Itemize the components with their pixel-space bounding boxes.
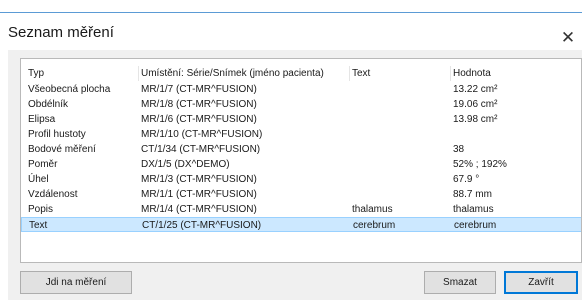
cell-text — [352, 187, 448, 202]
table-row[interactable]: Text CT/1/25 (CT-MR^FUSION) cerebrum cerebr… — [21, 217, 581, 232]
column-divider[interactable] — [349, 66, 350, 81]
cell-type: Poměr — [28, 159, 58, 170]
cell-text — [352, 142, 448, 157]
table-row[interactable]: Poměr DX/1/5 (DX^DEMO) 52% ; 192% — [21, 157, 581, 172]
cell-type: Profil hustoty — [28, 129, 86, 140]
column-divider[interactable] — [138, 66, 139, 81]
window-top-edge — [0, 0, 582, 12]
table-row[interactable]: Profil hustoty MR/1/10 (CT-MR^FUSION) — [21, 127, 581, 142]
table-row[interactable]: Vzdálenost MR/1/1 (CT-MR^FUSION) 88.7 mm — [21, 187, 581, 202]
cell-type: Popis — [28, 204, 54, 215]
cell-text — [352, 157, 448, 172]
list-header: Typ Umístění: Série/Snímek (jméno pacien… — [21, 66, 581, 81]
cell-location: MR/1/10 (CT-MR^FUSION) — [141, 129, 263, 140]
cell-type: Vzdálenost — [28, 189, 78, 200]
cell-value: 13.98 cm² — [453, 114, 498, 125]
measurement-list[interactable]: Typ Umístění: Série/Snímek (jméno pacien… — [20, 58, 582, 263]
table-row[interactable]: Obdélník MR/1/8 (CT-MR^FUSION) 19.06 cm² — [21, 97, 581, 112]
goto-measurement-button[interactable]: Jdi na měření — [20, 271, 132, 294]
cell-location: CT/1/34 (CT-MR^FUSION) — [141, 144, 261, 155]
cell-location: MR/1/7 (CT-MR^FUSION) — [141, 84, 257, 95]
cell-type: Obdélník — [28, 99, 69, 110]
dialog-title: Seznam měření — [8, 24, 114, 41]
cell-value — [453, 127, 581, 142]
close-icon[interactable]: ✕ — [556, 26, 580, 50]
table-row[interactable]: Všeobecná plocha MR/1/7 (CT-MR^FUSION) 13.… — [21, 82, 581, 97]
cell-location: MR/1/1 (CT-MR^FUSION) — [141, 189, 257, 200]
table-row[interactable]: Úhel MR/1/3 (CT-MR^FUSION) 67.9 ° — [21, 172, 581, 187]
cell-location: MR/1/4 (CT-MR^FUSION) — [141, 204, 257, 215]
cell-value: 13.22 cm² — [453, 84, 498, 95]
cell-type: Text — [29, 220, 48, 231]
column-header-type[interactable]: Typ — [28, 66, 138, 81]
delete-button[interactable]: Smazat — [424, 271, 496, 294]
cell-value: 52% ; 192% — [453, 159, 507, 170]
cell-text — [352, 127, 448, 142]
cell-value: 67.9 ° — [453, 174, 480, 185]
column-header-text[interactable]: Text — [352, 66, 448, 81]
cell-location: MR/1/3 (CT-MR^FUSION) — [141, 174, 257, 185]
cell-type: Elipsa — [28, 114, 56, 125]
dialog-title-bar: Seznam měření ✕ — [0, 12, 582, 50]
cell-location: CT/1/25 (CT-MR^FUSION) — [142, 220, 262, 231]
cell-text — [352, 172, 448, 187]
cell-value: 38 — [453, 144, 465, 155]
cell-location: MR/1/6 (CT-MR^FUSION) — [141, 114, 257, 125]
table-row[interactable]: Bodové měření CT/1/34 (CT-MR^FUSION) 38 — [21, 142, 581, 157]
cell-text: cerebrum — [353, 220, 396, 231]
cell-location: MR/1/8 (CT-MR^FUSION) — [141, 99, 257, 110]
cell-location: DX/1/5 (DX^DEMO) — [141, 159, 230, 170]
table-row[interactable]: Elipsa MR/1/6 (CT-MR^FUSION) 13.98 cm² — [21, 112, 581, 127]
cell-value: thalamus — [453, 204, 494, 215]
cell-value: 88.7 mm — [453, 189, 492, 200]
cell-type: Všeobecná plocha — [28, 84, 111, 95]
cell-text: thalamus — [352, 204, 393, 215]
close-button[interactable]: Zavřít — [504, 271, 578, 294]
column-divider[interactable] — [450, 66, 451, 81]
dialog-body: Typ Umístění: Série/Snímek (jméno pacien… — [8, 50, 582, 300]
cell-text — [352, 97, 448, 112]
cell-value: 19.06 cm² — [453, 99, 498, 110]
column-header-location[interactable]: Umístění: Série/Snímek (jméno pacienta) — [141, 66, 347, 81]
cell-value: cerebrum — [454, 220, 497, 231]
table-row[interactable]: Popis MR/1/4 (CT-MR^FUSION) thalamus thalam… — [21, 202, 581, 217]
cell-type: Úhel — [28, 174, 49, 185]
cell-text — [352, 82, 448, 97]
cell-type: Bodové měření — [28, 144, 96, 155]
column-header-value[interactable]: Hodnota — [453, 66, 581, 81]
cell-text — [352, 112, 448, 127]
